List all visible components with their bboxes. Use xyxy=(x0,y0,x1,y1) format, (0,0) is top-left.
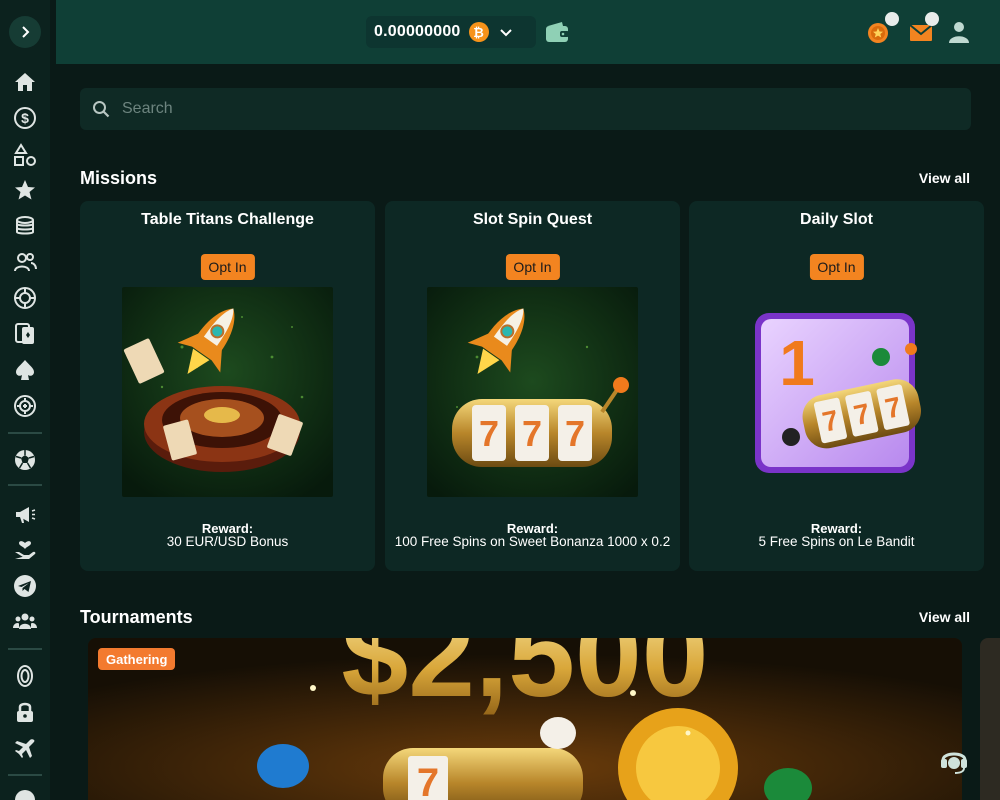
sidebar-item-more[interactable] xyxy=(11,786,39,800)
opt-in-button[interactable]: Opt In xyxy=(200,254,255,280)
sidebar-item-chips[interactable] xyxy=(11,392,39,420)
sidebar-item-travel[interactable] xyxy=(11,734,39,762)
sidebar-item-dollar[interactable]: $ xyxy=(11,104,39,132)
reward-value: 30 EUR/USD Bonus xyxy=(166,534,289,549)
lock-icon xyxy=(17,702,33,722)
banner-amount: $2,500 xyxy=(341,638,708,722)
mission-title: Daily Slot xyxy=(800,211,873,228)
poker-chip-icon xyxy=(14,395,36,417)
search-input[interactable] xyxy=(122,100,922,118)
sidebar-item-security[interactable] xyxy=(11,698,39,726)
roulette-icon xyxy=(14,287,36,309)
coin-icon xyxy=(17,665,33,687)
tournament-banner[interactable]: $2,500 7 xyxy=(88,638,962,800)
coins-icon xyxy=(16,216,34,235)
sidebar-item-shapes[interactable] xyxy=(11,141,39,169)
dollar-icon: $ xyxy=(14,107,36,129)
opt-in-button[interactable]: Opt In xyxy=(809,254,864,280)
svg-text:$: $ xyxy=(21,110,29,126)
top-header: 0.00000000 ₿ xyxy=(56,0,1000,64)
sidebar-item-roulette[interactable] xyxy=(11,284,39,312)
mission-card[interactable]: Slot Spin Quest Opt In 777 Reward: 100 F… xyxy=(385,201,680,571)
wallet-icon[interactable] xyxy=(544,20,570,44)
chevron-right-icon xyxy=(22,26,30,38)
sidebar-toggle-button[interactable] xyxy=(9,16,41,48)
tournaments-view-all-link[interactable]: View all xyxy=(919,609,970,625)
users-icon xyxy=(14,253,37,272)
mission-card[interactable]: Table Titans Challenge Opt In Reward: 30… xyxy=(80,201,375,571)
sidebar-item-users[interactable] xyxy=(11,248,39,276)
sidebar-item-community[interactable] xyxy=(11,608,39,636)
balance-selector[interactable]: 0.00000000 ₿ xyxy=(366,16,536,48)
sidebar-item-cards[interactable] xyxy=(11,320,39,348)
sidebar-divider xyxy=(8,648,42,650)
search-icon xyxy=(93,101,110,118)
sidebar-item-poker[interactable] xyxy=(11,356,39,384)
support-chat-icon[interactable] xyxy=(937,742,971,776)
group-icon xyxy=(13,613,37,629)
home-icon xyxy=(15,73,35,91)
missions-view-all-link[interactable]: View all xyxy=(919,170,970,186)
sidebar-item-promotions[interactable] xyxy=(11,500,39,528)
svg-text:7: 7 xyxy=(479,413,499,454)
sidebar-divider xyxy=(8,484,42,486)
hand-heart-icon xyxy=(15,541,36,559)
mission-image-slot-rocket: 777 xyxy=(427,287,638,497)
tournament-banner-next[interactable] xyxy=(980,638,1000,800)
star-icon xyxy=(15,180,35,200)
search-bar[interactable] xyxy=(80,88,971,130)
mission-title: Table Titans Challenge xyxy=(141,211,314,228)
soccer-ball-icon xyxy=(15,450,35,470)
telegram-icon xyxy=(14,575,36,597)
svg-text:7: 7 xyxy=(565,413,585,454)
cards-icon xyxy=(15,323,34,344)
sidebar-item-favorites[interactable] xyxy=(11,176,39,204)
mission-image-roulette xyxy=(122,287,333,497)
sidebar-divider xyxy=(8,432,42,434)
mission-image-daily-slot: 1 777 xyxy=(731,287,942,497)
missions-title: Missions xyxy=(80,168,158,188)
bitcoin-icon: ₿ xyxy=(468,22,489,42)
svg-text:7: 7 xyxy=(417,761,439,800)
shapes-icon xyxy=(14,143,36,166)
mission-title: Slot Spin Quest xyxy=(472,211,593,228)
mission-card[interactable]: Daily Slot Opt In 1 777 Reward: 5 Free S xyxy=(689,201,984,571)
sidebar-item-coins[interactable] xyxy=(11,212,39,240)
sidebar-item-coin[interactable] xyxy=(11,662,39,690)
plane-icon xyxy=(15,739,35,758)
reward-value: 5 Free Spins on Le Bandit xyxy=(758,534,915,549)
sidebar-item-sports[interactable] xyxy=(11,446,39,474)
sidebar-item-telegram[interactable] xyxy=(11,572,39,600)
sidebar-divider xyxy=(8,774,42,776)
reward-value: 100 Free Spins on Sweet Bonanza 1000 x 0… xyxy=(394,534,671,549)
status-badge: Gathering xyxy=(98,648,176,670)
megaphone-icon xyxy=(16,507,36,523)
tournaments-title: Tournaments xyxy=(80,607,193,627)
opt-in-button[interactable]: Opt In xyxy=(505,254,560,280)
balance-value: 0.00000000 xyxy=(374,23,461,40)
notification-dot xyxy=(885,12,899,26)
spade-icon xyxy=(16,360,34,380)
info-icon xyxy=(15,790,35,800)
chevron-down-icon xyxy=(499,29,512,37)
sidebar-item-loyalty[interactable] xyxy=(11,536,39,564)
svg-text:7: 7 xyxy=(522,413,542,454)
notification-dot xyxy=(925,12,939,26)
sidebar: $ xyxy=(0,0,50,800)
user-icon[interactable] xyxy=(946,20,972,44)
sidebar-item-home[interactable] xyxy=(11,68,39,96)
svg-text:1: 1 xyxy=(779,327,815,399)
